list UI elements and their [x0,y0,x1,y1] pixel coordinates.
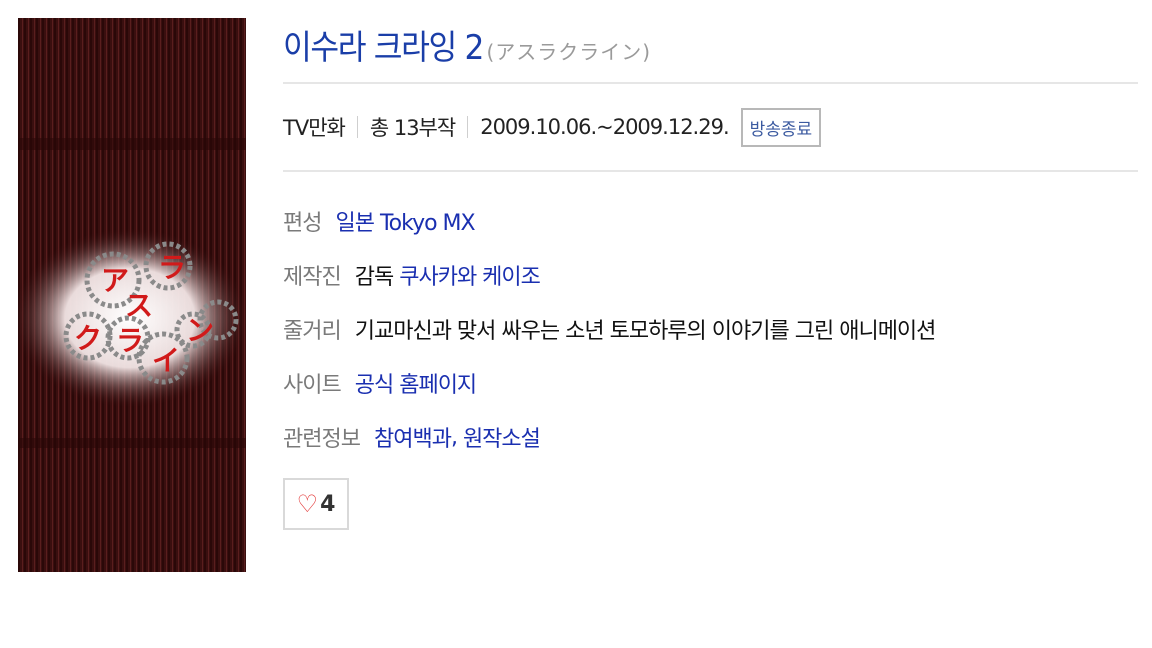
title-row: 이수라 크라잉 2 (アスラクライン) [283,20,1139,82]
info-label: 제작진 [283,265,342,290]
poster-image[interactable]: ア ス ラ ク ラ イ ン [18,18,246,572]
heart-outline-icon: ♡ [296,490,319,518]
poster-kana: ン [186,314,214,347]
director-link[interactable]: 쿠사카와 케이조 [399,259,541,291]
episode-count: 총 13부작 [369,116,456,140]
status-badge: 방송종료 [740,107,822,147]
divider [283,170,1138,172]
broadcast-period: 2009.10.06.~2009.12.29. [480,115,729,139]
info-row-synopsis: 줄거리 기교마신과 맞서 싸우는 소년 토모하루의 이야기를 그린 애니메이션 [283,302,1139,356]
poster-kana: ラ [116,324,144,357]
info-row-related: 관련정보 참여백과 , 원작소설 [283,410,1139,464]
info-label: 사이트 [283,373,342,398]
director-role: 감독 [354,265,394,290]
info-label: 줄거리 [283,319,342,344]
original-title: (アスラクライン) [486,40,652,64]
poster-kana: ク [74,322,102,355]
network-link[interactable]: 일본 Tokyo MX [335,205,475,237]
info-label: 편성 [283,211,322,236]
poster-kana: イ [152,344,180,377]
separator [467,116,469,138]
like-count: 4 [320,491,336,517]
related-link-participation[interactable]: 참여백과 [374,421,452,453]
info-row-staff: 제작진 감독 쿠사카와 케이조 [283,248,1139,302]
media-type: TV만화 [283,116,346,140]
related-separator: , [450,424,458,450]
meta-row: TV만화 총 13부작 2009.10.06.~2009.12.29. 방송종료 [283,84,1139,170]
poster-kana: ラ [158,251,186,284]
detail-panel: 이수라 크라잉 2 (アスラクライン) TV만화 총 13부작 2009.10.… [283,20,1139,530]
official-site-link[interactable]: 공식 홈페이지 [355,367,477,399]
related-link-novel[interactable]: 원작소설 [463,421,541,453]
info-list: 편성 일본 Tokyo MX 제작진 감독 쿠사카와 케이조 줄거리 기교마신과… [283,194,1139,464]
info-row-site: 사이트 공식 홈페이지 [283,356,1139,410]
separator [356,116,358,138]
info-label: 관련정보 [283,427,361,452]
poster-kana: ス [125,289,153,322]
synopsis-text: 기교마신과 맞서 싸우는 소년 토모하루의 이야기를 그린 애니메이션 [354,319,937,344]
like-button[interactable]: ♡ 4 [283,478,349,530]
page-title: 이수라 크라잉 2 [283,28,484,68]
info-row-network: 편성 일본 Tokyo MX [283,194,1139,248]
